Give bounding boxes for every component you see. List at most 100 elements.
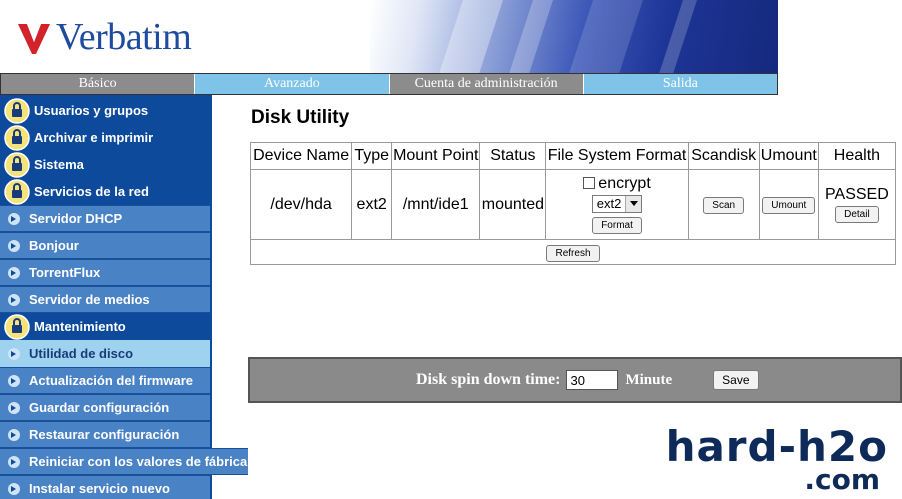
verbatim-logo: Verbatim: [18, 16, 192, 58]
fs-type-select[interactable]: ext2: [591, 194, 643, 213]
sidebar-item-label: Reiniciar con los valores de fábrica: [29, 454, 248, 469]
folder-lock-icon: [4, 124, 30, 151]
top-nav: Básico Avanzado Cuenta de administración…: [0, 73, 778, 95]
spin-down-unit: Minute: [625, 371, 673, 388]
column-header: Mount Point: [391, 142, 481, 170]
tab-salida[interactable]: Salida: [583, 74, 777, 94]
header-artwork: [370, 0, 778, 73]
arrow-bullet-icon: [8, 239, 20, 252]
arrow-bullet-icon: [8, 455, 20, 468]
spin-down-bar: Disk spin down time: Minute Save: [248, 357, 902, 403]
chevron-down-icon: [625, 195, 642, 212]
sidebar-item-utilidad-disco[interactable]: Utilidad de disco: [0, 340, 210, 367]
sidebar-item-instalar-servicio[interactable]: Instalar servicio nuevo: [0, 475, 210, 499]
folder-lock-icon: [4, 151, 30, 178]
sidebar-item-label: Archivar e imprimir: [34, 130, 154, 145]
sidebar-item-label: Bonjour: [29, 238, 79, 253]
disk-table: Device Name Type Mount Point Status File…: [249, 142, 897, 265]
header-banner: Verbatim: [0, 0, 778, 73]
sidebar-item-label: TorrentFlux: [29, 265, 101, 280]
sidebar-item-servidor-medios[interactable]: Servidor de medios: [0, 286, 210, 313]
column-header: Health: [817, 142, 897, 170]
sidebar-item-label: Usuarios y grupos: [34, 103, 149, 118]
save-button[interactable]: Save: [713, 370, 759, 390]
fs-type-value: ext2: [596, 195, 622, 211]
column-header: Device Name: [249, 142, 353, 170]
table-row: /dev/hda ext2 /mnt/ide1 mounted encrypt …: [249, 169, 897, 240]
sidebar-item-sistema[interactable]: Sistema: [0, 151, 210, 178]
sidebar-item-restaurar-configuracion[interactable]: Restaurar configuración: [0, 421, 210, 448]
type-cell: ext2: [351, 169, 393, 240]
refresh-button[interactable]: Refresh: [546, 244, 600, 262]
watermark-line-1: hard-h2o: [665, 422, 888, 471]
column-header: Umount: [758, 142, 819, 170]
arrow-bullet-icon: [8, 401, 20, 414]
sidebar-item-label: Restaurar configuración: [29, 427, 180, 442]
sidebar-item-guardar-configuracion[interactable]: Guardar configuración: [0, 394, 210, 421]
sidebar-item-label: Instalar servicio nuevo: [29, 481, 170, 496]
column-header: Status: [479, 142, 547, 170]
sidebar-item-torrentflux[interactable]: TorrentFlux: [0, 259, 210, 286]
watermark: hard-h2o .com: [660, 422, 888, 496]
encrypt-label: encrypt: [598, 174, 651, 192]
arrow-bullet-icon: [8, 347, 20, 360]
health-status: PASSED: [825, 186, 889, 203]
tab-cuenta-administracion[interactable]: Cuenta de administración: [389, 74, 584, 94]
column-header: File System Format: [545, 142, 689, 170]
sidebar-item-servicios-red[interactable]: Servicios de la red: [0, 178, 210, 205]
umount-cell: Umount: [758, 169, 819, 240]
device-name-cell: /dev/hda: [249, 169, 353, 240]
sidebar-item-servidor-dhcp[interactable]: Servidor DHCP: [0, 205, 210, 232]
arrow-bullet-icon: [8, 293, 20, 306]
brand-name: Verbatim: [56, 16, 192, 58]
sidebar-item-label: Actualización del firmware: [29, 373, 193, 388]
detail-button[interactable]: Detail: [835, 206, 879, 223]
column-header: Scandisk: [687, 142, 760, 170]
sidebar-item-label: Servidor DHCP: [29, 211, 123, 226]
refresh-row: Refresh: [250, 239, 896, 265]
sidebar-item-label: Sistema: [34, 157, 84, 172]
sidebar-item-mantenimiento[interactable]: Mantenimiento: [0, 313, 210, 340]
arrow-bullet-icon: [8, 212, 20, 225]
sidebar-item-label: Servidor de medios: [29, 292, 150, 307]
scandisk-cell: Scan: [687, 169, 760, 240]
refresh-cell: Refresh: [250, 239, 896, 265]
verbatim-logo-icon: [18, 24, 50, 54]
watermark-line-2: .com: [804, 463, 880, 496]
table-header-row: Device Name Type Mount Point Status File…: [249, 142, 897, 170]
column-header: Type: [351, 142, 393, 170]
health-cell: PASSED Detail: [817, 169, 897, 240]
sidebar: Usuarios y grupos Archivar e imprimir Si…: [0, 95, 248, 499]
scan-button[interactable]: Scan: [703, 197, 745, 214]
sidebar-item-reiniciar-fabrica[interactable]: Reiniciar con los valores de fábrica: [0, 448, 248, 475]
status-cell: mounted: [479, 169, 547, 240]
folder-lock-icon: [4, 313, 30, 340]
sidebar-item-label: Mantenimiento: [34, 319, 126, 334]
sidebar-item-label: Guardar configuración: [29, 400, 170, 415]
sidebar-item-bonjour[interactable]: Bonjour: [0, 232, 210, 259]
sidebar-item-label: Servicios de la red: [34, 184, 149, 199]
format-button-row: Format: [546, 215, 687, 235]
encrypt-option: encrypt: [546, 175, 687, 193]
page-title: Disk Utility: [251, 107, 350, 128]
sidebar-item-label: Utilidad de disco: [29, 346, 134, 361]
format-button[interactable]: Format: [592, 217, 642, 235]
fs-format-cell: encrypt ext2 Format: [545, 169, 689, 240]
fs-select-row: ext2: [546, 194, 687, 213]
sidebar-item-actualizacion-firmware[interactable]: Actualización del firmware: [0, 367, 210, 394]
sidebar-item-usuarios-grupos[interactable]: Usuarios y grupos: [0, 97, 210, 124]
tab-avanzado[interactable]: Avanzado: [195, 74, 390, 94]
arrow-bullet-icon: [8, 374, 20, 387]
tab-basico[interactable]: Básico: [1, 74, 196, 94]
spin-down-label: Disk spin down time:: [416, 371, 561, 388]
sidebar-item-archivar-imprimir[interactable]: Archivar e imprimir: [0, 124, 210, 151]
encrypt-checkbox[interactable]: [583, 176, 596, 189]
spin-down-input[interactable]: [566, 370, 619, 390]
arrow-bullet-icon: [8, 428, 20, 441]
umount-button[interactable]: Umount: [762, 197, 816, 214]
arrow-bullet-icon: [8, 482, 20, 495]
folder-lock-icon: [4, 97, 30, 124]
mount-point-cell: /mnt/ide1: [391, 169, 481, 240]
arrow-bullet-icon: [8, 266, 20, 279]
folder-lock-icon: [4, 178, 30, 205]
